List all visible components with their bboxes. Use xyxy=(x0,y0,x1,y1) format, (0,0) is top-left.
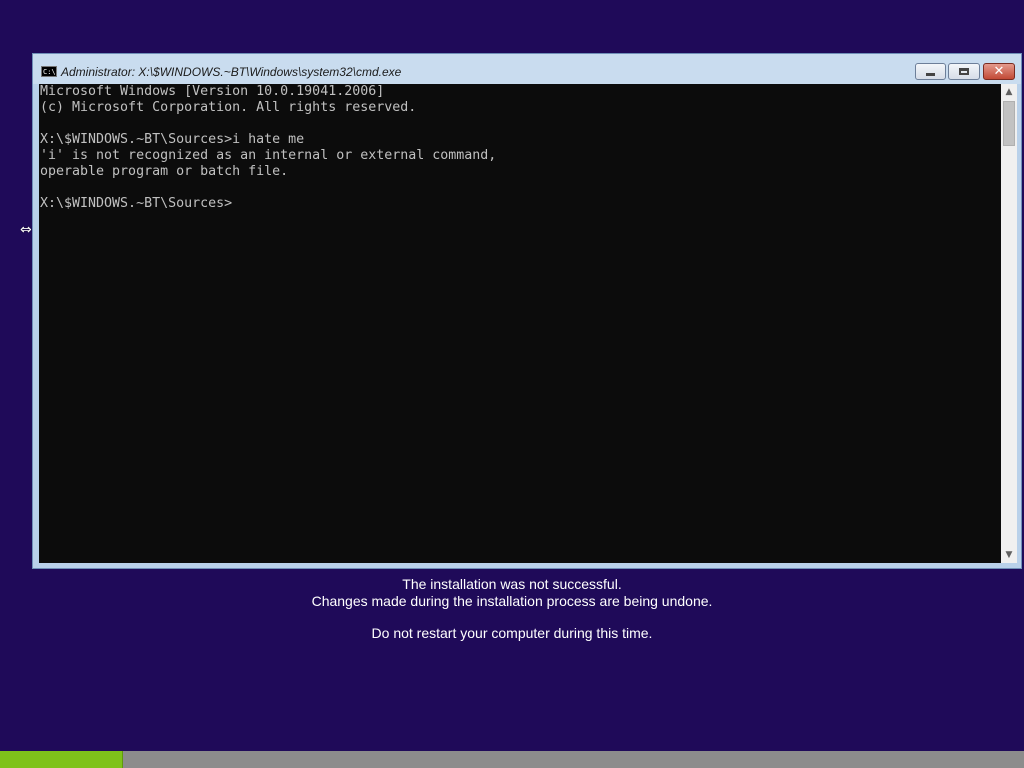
window-title: Administrator: X:\$WINDOWS.~BT\Windows\s… xyxy=(61,65,402,79)
cmd-icon: C:\ xyxy=(41,66,57,77)
vertical-scrollbar[interactable]: ▲ ▼ xyxy=(1001,84,1017,563)
console-line xyxy=(39,116,1001,132)
minimize-button[interactable] xyxy=(915,63,946,80)
console-line: (c) Microsoft Corporation. All rights re… xyxy=(40,100,417,115)
console-line xyxy=(39,180,1001,196)
cmd-window[interactable]: C:\ Administrator: X:\$WINDOWS.~BT\Windo… xyxy=(32,53,1022,569)
minimize-icon xyxy=(926,72,935,76)
status-message-warning: Do not restart your computer during this… xyxy=(371,625,653,641)
scroll-down-icon[interactable]: ▼ xyxy=(1001,547,1017,563)
close-icon: ✕ xyxy=(993,64,1005,79)
console-prompt[interactable]: X:\$WINDOWS.~BT\Sources> xyxy=(39,196,1001,212)
maximize-button[interactable] xyxy=(948,63,980,80)
resize-horizontal-icon: ⇔ xyxy=(20,222,32,238)
progress-bar xyxy=(0,751,1024,768)
maximize-icon xyxy=(959,68,969,75)
scroll-thumb[interactable] xyxy=(1003,101,1015,146)
title-bar[interactable]: C:\ Administrator: X:\$WINDOWS.~BT\Windo… xyxy=(33,54,1021,84)
console-output[interactable]: Microsoft Windows [Version 10.0.19041.20… xyxy=(39,84,1001,563)
console-line: operable program or batch file. xyxy=(40,164,289,179)
close-button[interactable]: ✕ xyxy=(983,63,1015,80)
console-line: Microsoft Windows [Version 10.0.19041.20… xyxy=(40,84,385,99)
progress-fill xyxy=(0,751,123,768)
status-message-failed: The installation was not successful. xyxy=(402,576,622,592)
scroll-up-icon[interactable]: ▲ xyxy=(1001,84,1017,100)
status-message-undoing: Changes made during the installation pro… xyxy=(311,593,713,609)
console-line: 'i' is not recognized as an internal or … xyxy=(40,148,497,163)
console-line: X:\$WINDOWS.~BT\Sources>i hate me xyxy=(40,132,305,147)
